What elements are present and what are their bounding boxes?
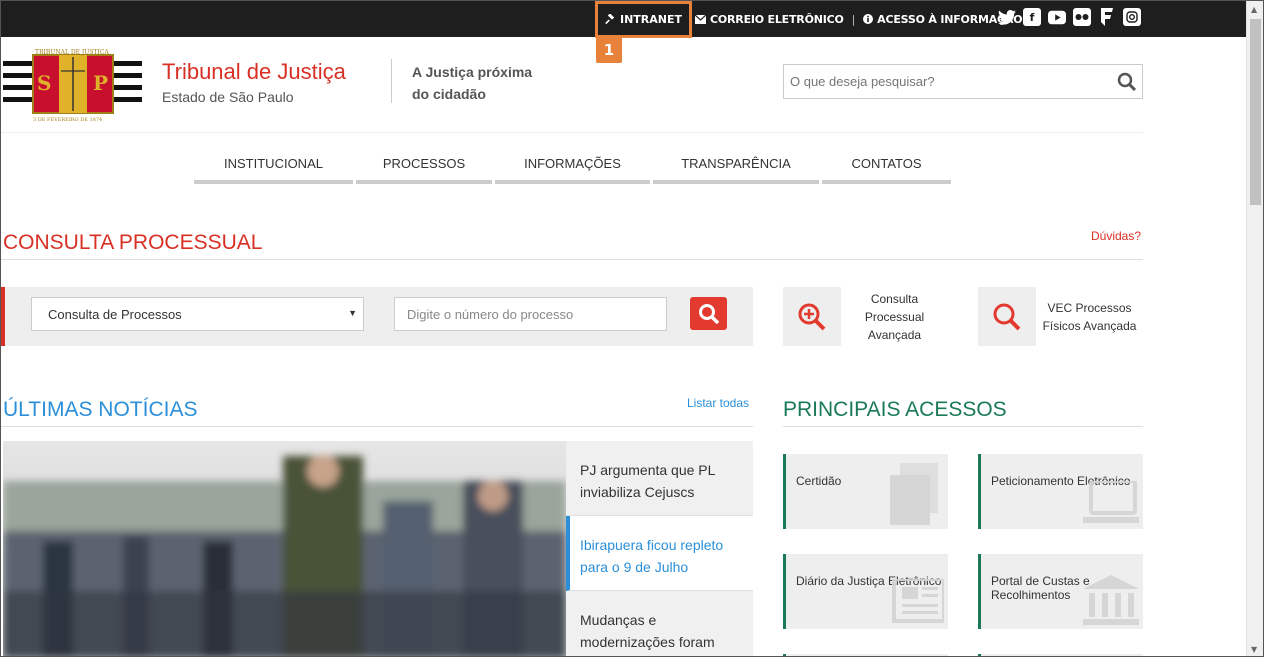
access-label: Certidão [796,474,842,488]
twitter-icon[interactable] [998,8,1016,26]
news-item[interactable]: Mudanças e modernizações foram [566,591,753,656]
search-input[interactable] [784,74,1110,89]
browser-page: CORREIO ELETRÔNICO | ACESSO À INFORMAÇÃO… [0,0,1264,657]
instagram-icon[interactable] [1123,8,1141,26]
site-subtitle: Estado de São Paulo [162,89,294,105]
top-separator: | [851,12,856,26]
intranet-link[interactable]: INTRANET [595,1,692,38]
social-links: f [998,8,1141,26]
zoom-in-icon [783,287,841,346]
select-value: Consulta de Processos [48,306,182,322]
consulta-title: CONSULTA PROCESSUAL [3,231,263,254]
tagline: A Justiça próxima do cidadão [412,61,572,105]
envelope-icon [695,14,706,24]
access-card-certidao[interactable]: Certidão [783,454,948,529]
access-card-custas[interactable]: Portal de Custas e Recolhimentos [978,554,1143,629]
news-photo[interactable] [3,441,566,656]
access-card-peticionamento[interactable]: Peticionamento Eletrônico [978,454,1143,529]
logo-letter-left: S [37,71,52,95]
access-card-diario[interactable]: Diário da Justiça Eletrônico [783,554,948,629]
nav-institucional[interactable]: INSTITUCIONAL [194,147,353,184]
advanced-search-card[interactable]: Consulta Processual Avançada [783,287,948,346]
vec-search-card[interactable]: VEC Processos Físicos Avançada [978,287,1143,346]
news-list: PJ argumenta que PL inviabiliza Cejuscs … [566,441,753,656]
tagline-line2: do cidadão [412,86,486,102]
site-title[interactable]: Tribunal de Justiça [162,59,346,85]
annotation-marker: 1 [596,37,622,63]
main-access-title: PRINCIPAIS ACESSOS [783,398,1007,421]
search-icon [698,303,719,324]
search-icon[interactable] [1110,72,1142,91]
news-item-active[interactable]: Ibirapuera ficou repleto para o 9 de Jul… [566,516,753,591]
nav-contatos[interactable]: CONTATOS [822,147,951,184]
tagline-line1: A Justiça próxima [412,64,533,80]
process-search-button[interactable] [690,297,727,330]
email-link[interactable]: CORREIO ELETRÔNICO [695,13,844,26]
news-item[interactable]: PJ argumenta que PL inviabiliza Cejuscs [566,441,753,516]
advanced-search-label: Consulta Processual Avançada [841,287,948,346]
nav-transparencia[interactable]: TRANSPARÊNCIA [653,147,819,184]
main-access-rule [783,426,1143,427]
caret-down-icon: ▼ [348,308,357,318]
header-rule [1,132,1143,133]
search-type-select[interactable]: Consulta de Processos ▼ [31,297,364,331]
logo-top-text: TRIBUNAL DE JUSTIÇA [35,49,109,56]
laptop-icon [1083,481,1139,523]
nav-processos[interactable]: PROCESSOS [356,147,492,184]
facebook-icon[interactable]: f [1023,8,1041,26]
scroll-thumb[interactable] [1250,19,1261,205]
nav-informacoes[interactable]: INFORMAÇÕES [495,147,650,184]
scroll-down-icon[interactable]: ▼ [1251,645,1257,654]
page-scrollbar[interactable]: ▲ ▼ [1246,1,1263,656]
tjsp-logo[interactable]: TRIBUNAL DE JUSTIÇA S P 3 DE FEVEREIRO D… [3,49,142,127]
header-divider [391,59,392,103]
logo-letter-right: P [93,71,109,95]
youtube-icon[interactable] [1048,8,1066,26]
vec-search-label: VEC Processos Físicos Avançada [1036,287,1143,346]
logo-bottom-text: 3 DE FEVEREIRO DE 1874 [33,117,103,123]
site-search [783,64,1143,99]
gavel-icon [605,14,615,25]
newspaper-icon [892,579,944,623]
document-icon [890,463,938,525]
email-label: CORREIO ELETRÔNICO [710,12,844,26]
consulta-rule [1,259,1143,260]
list-all-link[interactable]: Listar todas [687,396,749,410]
help-link[interactable]: Dúvidas? [1091,229,1141,243]
magnifier-icon [978,287,1036,346]
process-number-input[interactable]: Digite o número do processo [394,297,667,331]
scroll-up-icon[interactable]: ▲ [1251,5,1257,14]
foursquare-icon[interactable] [1098,8,1116,26]
news-rule [1,426,753,427]
main-nav: INSTITUCIONAL PROCESSOS INFORMAÇÕES TRAN… [194,147,951,184]
flickr-icon[interactable] [1073,8,1091,26]
news-title: ÚLTIMAS NOTÍCIAS [3,398,198,421]
courthouse-icon [1083,575,1139,625]
intranet-label: INTRANET [619,13,682,26]
access-label: Portal de Custas e Recolhimentos [991,574,1090,602]
info-icon [863,14,874,24]
